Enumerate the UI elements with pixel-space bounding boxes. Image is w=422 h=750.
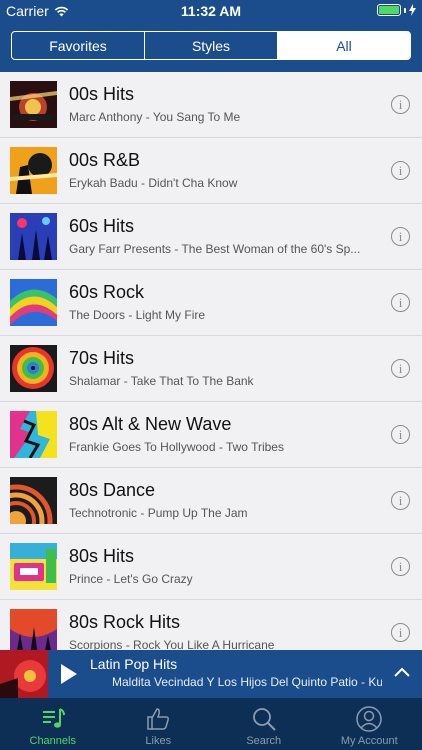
channel-now-playing: Scorpions - Rock You Like A Hurricane — [69, 638, 275, 650]
channel-filter-segmented-control: Favorites Styles All — [11, 31, 411, 60]
tab-search[interactable]: Search — [211, 698, 317, 750]
channel-row[interactable]: 80s Hits Prince - Let's Go Crazy i — [0, 534, 422, 600]
channel-now-playing: The Doors - Light My Fire — [69, 308, 206, 322]
tab-my-account[interactable]: My Account — [317, 698, 422, 750]
chevron-up-icon[interactable] — [394, 666, 410, 678]
channel-artwork — [10, 543, 57, 590]
channel-artwork — [10, 81, 57, 128]
info-icon[interactable]: i — [391, 293, 410, 312]
status-bar: Carrier 11:32 AM — [0, 0, 422, 22]
channel-row[interactable]: 60s Hits Gary Farr Presents - The Best W… — [0, 204, 422, 270]
channel-now-playing: Shalamar - Take That To The Bank — [69, 374, 254, 388]
channel-row[interactable]: 80s Dance Technotronic - Pump Up The Jam… — [0, 468, 422, 534]
battery-icon — [377, 4, 401, 16]
channel-row[interactable]: 70s Hits Shalamar - Take That To The Ban… — [0, 336, 422, 402]
channel-title: 80s Alt & New Wave — [69, 414, 232, 434]
channel-row[interactable]: 60s Rock The Doors - Light My Fire i — [0, 270, 422, 336]
channel-row[interactable]: 00s R&B Erykah Badu - Didn't Cha Know i — [0, 138, 422, 204]
info-icon[interactable]: i — [391, 557, 410, 576]
channel-artwork — [10, 609, 57, 650]
channel-title: 60s Rock — [69, 282, 145, 302]
channel-title: 00s R&B — [69, 150, 141, 170]
channel-now-playing: Erykah Badu - Didn't Cha Know — [69, 176, 238, 190]
channel-now-playing: Prince - Let's Go Crazy — [69, 572, 193, 586]
info-icon[interactable]: i — [391, 623, 410, 642]
channel-title: 00s Hits — [69, 84, 135, 104]
channel-now-playing: Marc Anthony - You Sang To Me — [69, 110, 241, 124]
channel-artwork — [10, 411, 57, 458]
battery-indicator — [377, 4, 416, 16]
channel-now-playing: Technotronic - Pump Up The Jam — [69, 506, 248, 520]
channel-title: 80s Hits — [69, 546, 135, 566]
info-icon[interactable]: i — [391, 425, 410, 444]
play-icon[interactable] — [60, 663, 78, 685]
channel-artwork — [10, 213, 57, 260]
info-icon[interactable]: i — [391, 359, 410, 378]
now-playing-channel: Latin Pop Hits — [90, 656, 178, 672]
info-icon[interactable]: i — [391, 227, 410, 246]
channel-now-playing: Frankie Goes To Hollywood - Two Tribes — [69, 440, 284, 454]
info-icon[interactable]: i — [391, 491, 410, 510]
user-icon — [356, 706, 382, 732]
now-playing-bar[interactable]: Latin Pop Hits Maldita Vecindad Y Los Hi… — [0, 650, 422, 698]
channel-title: 70s Hits — [69, 348, 135, 368]
channel-title: 60s Hits — [69, 216, 135, 236]
segment-all[interactable]: All — [278, 32, 410, 59]
charging-bolt-icon — [409, 4, 416, 16]
now-playing-artwork — [0, 650, 48, 698]
info-icon[interactable]: i — [391, 161, 410, 180]
tab-label: Likes — [145, 735, 172, 747]
segment-styles[interactable]: Styles — [145, 32, 278, 59]
channel-artwork — [10, 345, 57, 392]
channel-row[interactable]: 80s Alt & New Wave Frankie Goes To Holly… — [0, 402, 422, 468]
channel-row[interactable]: 80s Rock Hits Scorpions - Rock You Like … — [0, 600, 422, 650]
tab-label: Search — [246, 735, 282, 747]
channel-title: 80s Dance — [69, 480, 156, 500]
now-playing-track: Maldita Vecindad Y Los Hijos Del Quinto … — [112, 675, 382, 689]
tab-likes[interactable]: Likes — [106, 698, 212, 750]
channel-artwork — [10, 147, 57, 194]
header: Carrier 11:32 AM Favorites Styles All — [0, 0, 422, 72]
clock: 11:32 AM — [180, 3, 242, 19]
search-icon — [252, 708, 276, 731]
tab-label: Channels — [29, 735, 76, 747]
tab-channels[interactable]: Channels — [0, 698, 106, 750]
channel-list[interactable]: 00s Hits Marc Anthony - You Sang To Me i… — [0, 72, 422, 650]
channel-now-playing: Gary Farr Presents - The Best Woman of t… — [69, 242, 361, 256]
tab-label: My Account — [340, 735, 398, 747]
music-note-icon — [42, 708, 65, 728]
channel-artwork — [10, 279, 57, 326]
channel-title: 80s Rock Hits — [69, 612, 181, 632]
channel-row[interactable]: 00s Hits Marc Anthony - You Sang To Me i — [0, 72, 422, 138]
thumbs-up-icon — [147, 708, 170, 730]
info-icon[interactable]: i — [391, 95, 410, 114]
segment-favorites[interactable]: Favorites — [12, 32, 145, 59]
tab-bar: Channels Likes Search My Account — [0, 698, 422, 750]
channel-artwork — [10, 477, 57, 524]
